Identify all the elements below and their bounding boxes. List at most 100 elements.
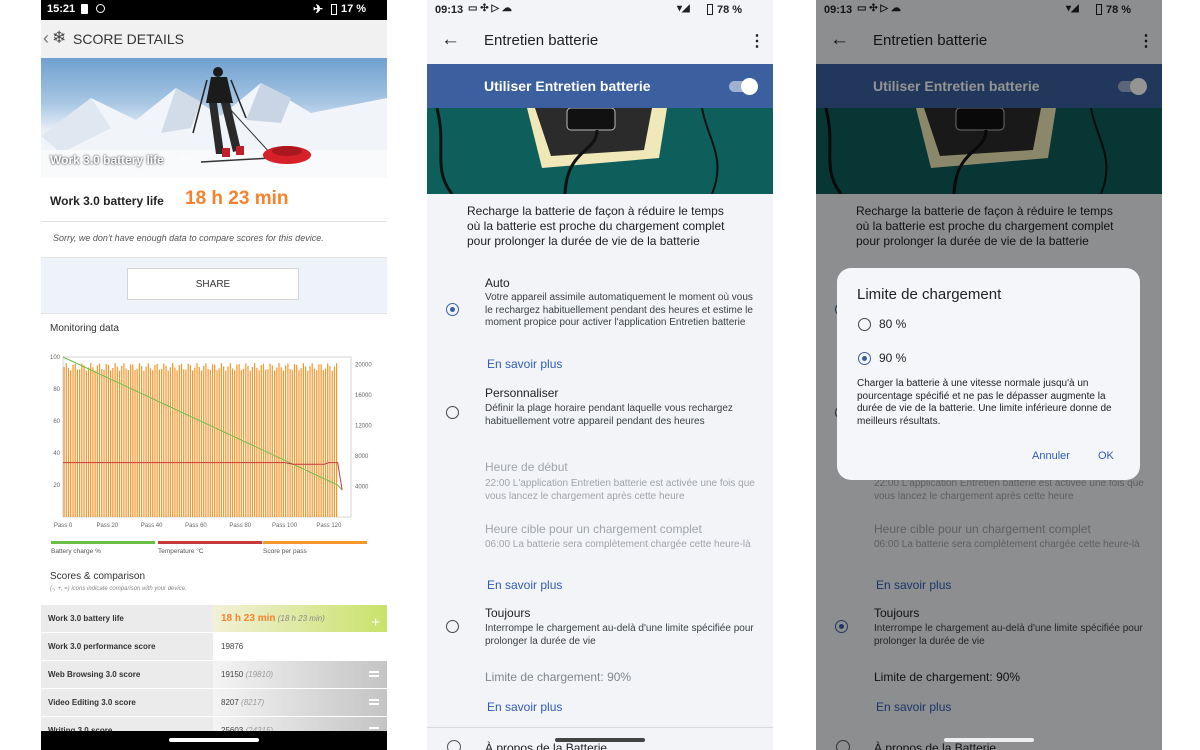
score-bar: [147, 363, 149, 517]
score-row[interactable]: Video Editing 3.0 score 8207 (8217): [41, 689, 387, 717]
home-gesture-handle[interactable]: [169, 738, 259, 742]
score-value: 18 h 23 min: [221, 613, 276, 624]
info-icon: [447, 740, 461, 750]
y-left-tick-label: 20: [53, 483, 60, 489]
score-row[interactable]: Web Browsing 3.0 score 19150 (19810): [41, 661, 387, 689]
score-bar: [258, 370, 260, 517]
score-label: Work 3.0 battery life: [41, 605, 213, 632]
app-bar: ← Entretien batterie ⋮: [427, 20, 773, 64]
scores-subtitle: (-, +, =) icons indicate comparison with…: [50, 586, 187, 592]
score-bar: [196, 363, 198, 517]
score-bar: [278, 363, 280, 517]
x-tick-label: Pass 100: [272, 523, 298, 529]
score-bar: [333, 366, 336, 517]
result-section: Work 3.0 battery life 18 h 23 min: [41, 178, 387, 222]
toggle-knob[interactable]: [741, 78, 758, 95]
score-bar: [107, 364, 110, 517]
home-gesture-handle[interactable]: [944, 738, 1034, 742]
y-right-tick-label: 4000: [355, 485, 369, 491]
score-bar: [176, 370, 178, 517]
radio-always[interactable]: [446, 620, 459, 633]
score-bar: [103, 369, 105, 517]
score-row[interactable]: Work 3.0 battery life 18 h 23 min (18 h …: [41, 605, 387, 633]
score-bar: [225, 370, 227, 517]
option-custom-title[interactable]: Personnaliser: [485, 386, 558, 400]
result-label: Work 3.0 battery life: [50, 194, 164, 208]
score-bar: [298, 370, 300, 517]
score-bar: [311, 363, 313, 517]
ok-button[interactable]: OK: [1098, 450, 1114, 462]
score-bar: [116, 366, 118, 517]
score-reference: (19810): [245, 670, 274, 679]
about-battery-link[interactable]: À propos de la Batterie: [485, 741, 607, 750]
share-button[interactable]: SHARE: [127, 268, 299, 300]
info-icon: [96, 4, 105, 13]
score-bar: [121, 366, 123, 517]
radio-custom[interactable]: [446, 406, 459, 419]
learn-more-link[interactable]: En savoir plus: [487, 357, 562, 371]
legend-label: Temperature °C: [158, 547, 204, 555]
battery-icon: [707, 4, 713, 15]
cancel-button[interactable]: Annuler: [1032, 450, 1070, 462]
radio-auto[interactable]: [446, 303, 459, 316]
score-bar: [322, 370, 324, 517]
score-row[interactable]: Work 3.0 performance score 19876: [41, 633, 387, 661]
score-bar: [105, 364, 107, 517]
charge-limit-row[interactable]: Limite de chargement: 90%: [485, 670, 631, 684]
plus-icon: +: [371, 614, 380, 631]
back-icon[interactable]: ‹: [43, 28, 49, 49]
back-arrow-icon[interactable]: ←: [441, 29, 460, 51]
equal-icon: [369, 699, 379, 705]
score-bar: [267, 369, 269, 517]
score-value-cell: 19876: [213, 633, 387, 660]
score-bar: [269, 363, 271, 517]
comparison-notice: Sorry, we don't have enough data to comp…: [53, 233, 324, 243]
result-value: 18 h 23 min: [185, 188, 289, 209]
score-value: 19150: [221, 670, 244, 679]
legend-label: Score per pass: [263, 548, 307, 555]
option-auto-title[interactable]: Auto: [485, 276, 510, 290]
airplane-icon: ✈: [313, 2, 324, 16]
radio-90-percent[interactable]: [858, 352, 871, 365]
status-bar: 09:13 ▭ ✣ ▷ ☁ ▾◢ 78 %: [427, 0, 773, 20]
score-bar: [163, 363, 165, 517]
option-90-label[interactable]: 90 %: [879, 351, 906, 365]
more-options-icon[interactable]: ⋮: [749, 31, 765, 51]
score-bar: [291, 369, 293, 517]
learn-more-link[interactable]: En savoir plus: [487, 700, 562, 714]
battery-care-toggle-row[interactable]: Utiliser Entretien batterie: [427, 64, 773, 108]
score-bar: [67, 367, 70, 517]
score-bar: [149, 368, 152, 517]
equal-icon: [369, 671, 379, 677]
option-80-label[interactable]: 80 %: [879, 317, 906, 331]
score-bar: [300, 368, 302, 517]
phone-score-details: 15:21 ✈ 17 % ‹ ❄ SCORE DETAILS Work 3.0 …: [41, 0, 387, 750]
home-gesture-handle[interactable]: [555, 738, 645, 742]
learn-more-link[interactable]: En savoir plus: [487, 578, 562, 592]
battery-level: 17 %: [341, 3, 367, 15]
score-bar: [118, 370, 121, 517]
x-tick-label: Pass 120: [316, 523, 342, 529]
score-bar: [74, 363, 76, 517]
score-bar: [81, 363, 83, 517]
y-right-tick-label: 8000: [355, 454, 369, 460]
score-bar: [92, 367, 94, 517]
status-time: 15:21: [47, 3, 76, 15]
score-bar: [309, 366, 311, 517]
phone-battery-care: 09:13 ▭ ✣ ▷ ☁ ▾◢ 78 % ← Entretien batter…: [427, 0, 773, 750]
score-bar: [198, 367, 200, 517]
score-bar: [274, 370, 276, 517]
x-tick-label: Pass 0: [54, 523, 73, 529]
score-reference: (8217): [241, 698, 265, 707]
option-always-title[interactable]: Toujours: [485, 606, 530, 620]
score-bar: [145, 366, 147, 517]
score-bar: [229, 363, 231, 517]
legend-swatch: [263, 541, 367, 544]
score-bar: [70, 370, 72, 517]
radio-80-percent[interactable]: [858, 318, 871, 331]
score-value: 8207: [221, 698, 239, 707]
score-bar: [83, 365, 85, 517]
status-bar: 15:21 ✈ 17 %: [41, 0, 387, 20]
score-bar: [220, 363, 223, 517]
status-notification-icons: ▭ ✣ ▷ ☁: [468, 3, 512, 14]
